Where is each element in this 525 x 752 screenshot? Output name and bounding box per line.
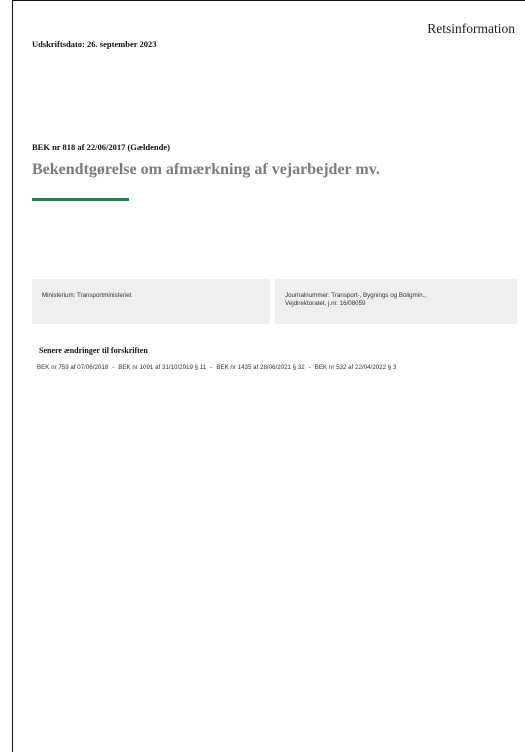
document-title: Bekendtgørelse om afmærkning af vejarbej… xyxy=(32,161,380,178)
amendment-separator: - xyxy=(210,364,213,371)
amendments-list: BEK nr 759 af 07/06/2018- BEK nr 1091 af … xyxy=(37,364,396,371)
amendment-link[interactable]: BEK nr 1091 af 31/10/2019 § 11 xyxy=(118,364,206,371)
document-id: BEK nr 818 af 22/06/2017 (Gældende) xyxy=(32,142,170,152)
amendment-separator: - xyxy=(112,364,115,371)
amendment-link[interactable]: BEK nr 1435 af 28/06/2021 § 32 xyxy=(216,364,304,371)
title-underline xyxy=(32,198,129,201)
ministry-label: Ministerium: Transportministeriet xyxy=(42,292,132,299)
amendment-link[interactable]: BEK nr 532 af 22/04/2022 § 3 xyxy=(315,364,397,371)
amendment-separator: - xyxy=(308,364,311,371)
brand-name: Retsinformation xyxy=(427,21,515,36)
journal-box: Journalnummer: Transport-, Bygnings og B… xyxy=(275,279,517,324)
ministry-box: Ministerium: Transportministeriet xyxy=(32,279,270,324)
journal-line-1: Journalnummer: Transport-, Bygnings og B… xyxy=(285,292,427,299)
print-date: Udskriftsdato: 26. september 2023 xyxy=(32,39,157,49)
journal-line-2: Vejdirektoratet, j.nr. 16/08059 xyxy=(285,300,366,307)
document-page: Retsinformation Udskriftsdato: 26. septe… xyxy=(12,0,525,752)
amendment-link[interactable]: BEK nr 759 af 07/06/2018 xyxy=(37,364,108,371)
amendments-heading: Senere ændringer til forskriften xyxy=(39,346,148,355)
